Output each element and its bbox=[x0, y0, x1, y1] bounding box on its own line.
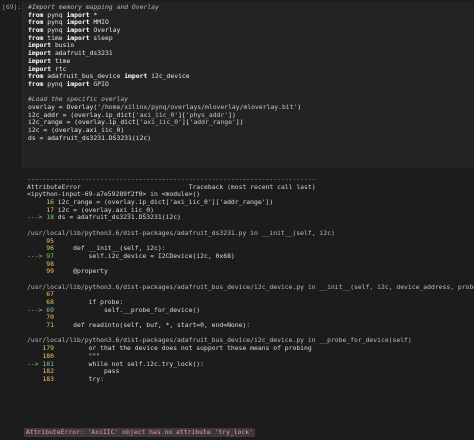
traceback-line: 99 @property bbox=[27, 267, 474, 276]
traceback-line-token: 183 bbox=[27, 374, 58, 383]
code-line-token: 'addr_range' bbox=[189, 118, 236, 127]
traceback-line-token: /usr/local/lib/python3.6/dist-packages/a… bbox=[27, 228, 335, 237]
code-line: from pynq import GPIO bbox=[28, 79, 474, 89]
code-line-token: 'axi_iic_0' bbox=[139, 118, 182, 127]
traceback-line-token: self.__probe_for_device() bbox=[57, 305, 201, 314]
traceback-line-token: ds = adafruit_ds3231.DS3231(i2c) bbox=[57, 213, 181, 222]
traceback-line-token: try: bbox=[57, 374, 104, 383]
traceback-line: 71 def readinto(self, buf, *, start=0, e… bbox=[27, 321, 474, 330]
code-line-token: import bbox=[124, 72, 148, 81]
code-line: import adafruit_ds3231 bbox=[28, 49, 474, 58]
code-input-area[interactable]: #Import memory mapping and Overlay from p… bbox=[22, 2, 474, 168]
code-line-token: ds = adafruit_ds3231.DS3231(i2c) bbox=[28, 133, 152, 142]
traceback-line: 183 try: bbox=[27, 374, 474, 384]
code-line-token: i2c_device bbox=[147, 72, 190, 81]
error-message: AttributeError: 'AxiIIC' object has no a… bbox=[24, 428, 256, 437]
traceback-line-token: /usr/local/lib/python3.6/dist-packages/a… bbox=[27, 282, 474, 291]
code-line-token: ) bbox=[297, 102, 302, 111]
code-line: import time bbox=[28, 57, 474, 66]
traceback-line: ---> 69 self.__probe_for_device() bbox=[27, 305, 474, 315]
code-line-token: import bbox=[66, 79, 90, 88]
traceback-output: ----------------------------------------… bbox=[22, 175, 474, 440]
code-line-token: pynq bbox=[43, 79, 67, 88]
traceback-line: ---> 97 self.i2c_device = I2CDevice(i2c,… bbox=[27, 251, 474, 261]
traceback-line-token: @property bbox=[57, 267, 108, 276]
traceback-line: /usr/local/lib/python3.6/dist-packages/a… bbox=[27, 282, 474, 292]
traceback-line-token: def readinto(self, buf, *, start=0, end=… bbox=[57, 321, 251, 330]
traceback-line-token: 99 bbox=[27, 267, 58, 276]
notebook-cell: { "prompt": "[69]:", "input_lines": [ [{… bbox=[0, 0, 474, 440]
code-line-token: sleep bbox=[89, 33, 113, 42]
cell-prompt: [69]: bbox=[2, 3, 22, 11]
traceback-line: ---> 18 ds = adafruit_ds3231.DS3231(i2c) bbox=[27, 214, 474, 222]
code-line-token: from bbox=[28, 79, 44, 88]
traceback-line-token: ---> 18 bbox=[27, 213, 58, 222]
traceback-line-token: self.i2c_device = I2CDevice(i2c, 0x68) bbox=[57, 251, 235, 260]
traceback-line-token: 71 bbox=[27, 321, 58, 330]
code-line-token: GPIO bbox=[89, 79, 109, 88]
code-line-token: ][ bbox=[181, 118, 190, 127]
code-line: ds = adafruit_ds3231.DS3231(i2c) bbox=[28, 133, 474, 143]
traceback-line: /usr/local/lib/python3.6/dist-packages/a… bbox=[27, 228, 474, 238]
code-line: from time import sleep bbox=[28, 33, 474, 43]
traceback-line-token: Traceback (most recent call last) bbox=[188, 182, 316, 191]
code-line-token: ]) bbox=[235, 118, 244, 127]
